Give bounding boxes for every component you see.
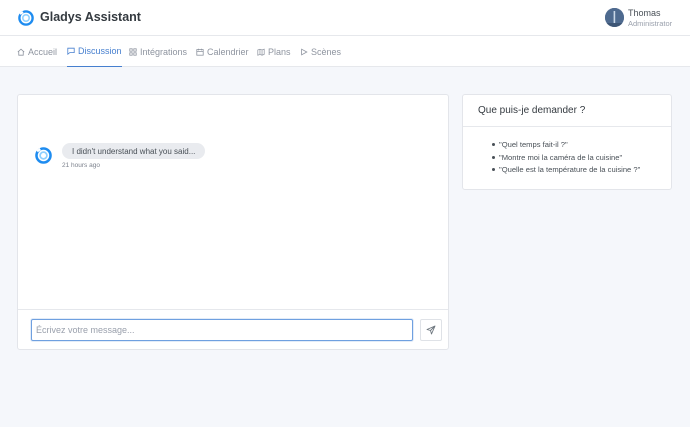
nav-item-discussion[interactable]: Discussion (67, 36, 122, 67)
top-header: Gladys Assistant Thomas Administrator (0, 0, 690, 36)
calendar-icon (196, 48, 204, 56)
home-icon (17, 48, 25, 56)
app-title[interactable]: Gladys Assistant (40, 10, 141, 24)
nav-item-label: Intégrations (140, 46, 188, 57)
play-icon (301, 48, 308, 55)
nav-item-label: Discussion (78, 46, 122, 56)
nav-item-scenes[interactable]: Scènes (300, 36, 341, 67)
chat-message-timestamp: 21 hours ago (62, 162, 100, 169)
nav-item-label: Calendrier (207, 46, 249, 57)
user-name[interactable]: Thomas (628, 8, 661, 18)
gladys-logo-icon[interactable] (18, 10, 34, 26)
send-button[interactable] (420, 319, 442, 341)
gladys-bot-avatar-icon (35, 147, 52, 164)
nav-item-accueil[interactable]: Accueil (17, 36, 57, 67)
list-item: "Quelle est la température de la cuisine… (491, 165, 640, 178)
grid-icon (129, 47, 137, 56)
user-role: Administrator (628, 19, 673, 28)
message-input[interactable] (31, 319, 413, 341)
chat-input-bar (18, 309, 448, 349)
nav-item-calendrier[interactable]: Calendrier (196, 36, 249, 67)
help-card: Que puis-je demander ? "Quel temps fait-… (462, 94, 672, 190)
chat-message-bubble: I didn't understand what you said... (62, 143, 206, 159)
nav-item-label: Plans (268, 46, 291, 57)
chat-card: I didn't understand what you said... 21 … (17, 94, 449, 350)
nav-item-integrations[interactable]: Intégrations (129, 36, 187, 67)
user-photo-icon (605, 8, 624, 27)
message-square-icon (67, 47, 75, 55)
list-item: "Montre moi la caméra de la cuisine" (491, 153, 640, 166)
main-nav: Accueil Discussion Intégrations Calendri… (0, 36, 690, 67)
avatar[interactable] (605, 8, 624, 27)
help-card-title: Que puis-je demander ? (478, 105, 586, 116)
nav-item-label: Scènes (311, 46, 342, 57)
map-icon (257, 48, 265, 56)
list-item: "Quel temps fait-il ?" (491, 140, 640, 153)
send-icon (426, 325, 436, 335)
nav-item-plans[interactable]: Plans (257, 36, 291, 67)
nav-item-label: Accueil (28, 46, 58, 57)
example-list: "Quel temps fait-il ?" "Montre moi la ca… (491, 140, 640, 178)
divider (463, 126, 671, 127)
